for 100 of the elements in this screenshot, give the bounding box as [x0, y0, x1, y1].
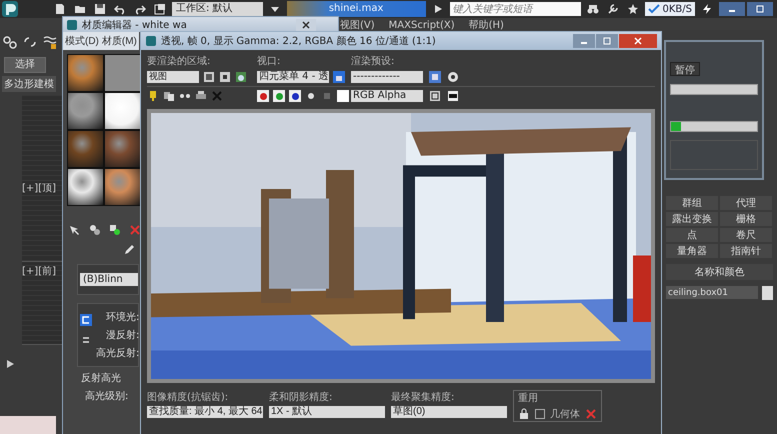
- ribbon-label[interactable]: 多边形建模: [2, 76, 56, 92]
- wrench-icon[interactable]: [606, 3, 618, 15]
- color-channel-button[interactable]: [257, 90, 269, 102]
- search-field[interactable]: 键入关键字或短语: [450, 2, 580, 16]
- object-type-button[interactable]: 点: [666, 228, 718, 242]
- parameter-label: 环境光:: [106, 310, 140, 324]
- checkbox-label: 几何体: [550, 408, 580, 421]
- binoculars-icon[interactable]: [586, 3, 598, 15]
- star-icon[interactable]: [626, 3, 638, 15]
- parameter-label: 高光反射:: [96, 346, 140, 360]
- parameter-label: 漫反射:: [106, 328, 140, 342]
- close-button[interactable]: [296, 18, 316, 30]
- network-speed: 0KB/S: [662, 4, 692, 14]
- field-label: 最终聚集精度:: [391, 390, 456, 404]
- status-strip: [0, 416, 56, 434]
- object-type-button[interactable]: 指南针: [720, 244, 772, 258]
- auto-region-icon[interactable]: [219, 71, 231, 83]
- check-icon: [648, 3, 660, 15]
- color-channel-button[interactable]: [273, 90, 285, 102]
- checkbox[interactable]: [535, 409, 545, 419]
- parameter-label: 高光级别:: [85, 390, 128, 403]
- material-slot[interactable]: [68, 93, 103, 129]
- window-title: 透视, 帧 0, 显示 Gamma: 2.2, RGBA 颜色 16 位/通道 (1:1): [161, 34, 436, 48]
- play-icon[interactable]: [4, 358, 16, 370]
- region-edit-icon[interactable]: [203, 71, 215, 83]
- material-slot[interactable]: [68, 131, 103, 167]
- maximize-button[interactable]: [596, 34, 618, 48]
- menu-item[interactable]: 视图(V): [340, 18, 375, 32]
- app-logo-icon: [66, 18, 78, 30]
- color-channel-button[interactable]: [289, 90, 301, 102]
- field-label: 视口:: [257, 54, 280, 68]
- color-swatch[interactable]: [762, 286, 773, 300]
- maximize-icon: [602, 36, 612, 46]
- monochrome-icon[interactable]: [305, 90, 317, 102]
- clear-icon[interactable]: [585, 408, 597, 420]
- menu-item[interactable]: 材质(M): [102, 34, 137, 48]
- area-dropdown[interactable]: 视图: [147, 71, 199, 83]
- quality-dropdown[interactable]: 1X - 默认: [269, 406, 385, 418]
- print-icon[interactable]: [195, 90, 207, 102]
- get-material-icon[interactable]: [69, 224, 81, 236]
- group-label: 重用: [518, 392, 539, 405]
- save-icon[interactable]: [94, 3, 106, 15]
- minimize-button[interactable]: [573, 34, 595, 48]
- pin-icon[interactable]: [147, 90, 159, 102]
- object-type-button[interactable]: 代理: [720, 196, 772, 210]
- field-label: 渲染预设:: [351, 54, 394, 68]
- material-slot[interactable]: [105, 169, 140, 205]
- object-type-button[interactable]: 群组: [666, 196, 718, 210]
- redo-icon[interactable]: [134, 3, 146, 15]
- delete-icon[interactable]: [129, 224, 141, 236]
- color-swatch[interactable]: [337, 90, 349, 102]
- new-file-icon[interactable]: [54, 3, 66, 15]
- pen-icon[interactable]: [123, 244, 135, 256]
- close-icon: [633, 36, 643, 46]
- channel-dropdown[interactable]: RGB Alpha: [351, 90, 423, 102]
- shader-dropdown[interactable]: (B)Blinn: [80, 273, 138, 286]
- close-icon: [301, 20, 311, 30]
- copy-icon[interactable]: [163, 90, 175, 102]
- assign-material-icon[interactable]: [109, 224, 121, 236]
- viewport-label[interactable]: [+][顶]: [22, 183, 56, 194]
- field-label: 要渲染的区域:: [147, 54, 210, 68]
- section-label: 反射高光: [81, 372, 121, 385]
- object-type-button[interactable]: 卷尺: [720, 228, 772, 242]
- workspace-dropdown[interactable]: 工作区: 默认: [172, 2, 263, 16]
- field-label: 柔和阴影精度:: [269, 390, 334, 404]
- material-slot[interactable]: [68, 169, 103, 205]
- menu-item[interactable]: MAXScript(X): [388, 20, 455, 30]
- quality-dropdown[interactable]: 草图(0): [391, 406, 507, 418]
- material-slot[interactable]: [68, 55, 103, 91]
- maximize-button[interactable]: [747, 2, 773, 16]
- pause-button[interactable]: 暂停: [670, 62, 700, 76]
- link-icon[interactable]: [2, 34, 18, 50]
- app-logo-icon[interactable]: [0, 0, 20, 19]
- menu-item[interactable]: 帮助(H): [468, 18, 504, 32]
- settings-icon[interactable]: [447, 71, 459, 83]
- undo-icon[interactable]: [114, 3, 126, 15]
- app-logo-icon: [145, 35, 157, 47]
- field-label: 图像精度(抗锯齿):: [147, 390, 230, 404]
- render-setup-icon[interactable]: [429, 71, 441, 83]
- preset-dropdown[interactable]: -------------: [351, 71, 423, 83]
- object-type-button[interactable]: 栅格: [720, 212, 772, 226]
- lightning-icon: [701, 3, 713, 15]
- ribbon-tab[interactable]: 选择: [4, 57, 46, 73]
- display-icon[interactable]: [447, 90, 459, 102]
- rollout-header[interactable]: 名称和颜色: [666, 264, 773, 280]
- file-tab[interactable]: shinei.max: [286, 1, 426, 17]
- name-field[interactable]: ceiling.box01: [666, 286, 758, 299]
- put-material-icon[interactable]: [89, 224, 101, 236]
- close-button[interactable]: [619, 34, 657, 48]
- object-type-button[interactable]: 露出变换: [666, 212, 718, 226]
- maximize-icon: [755, 4, 765, 14]
- material-slot[interactable]: [105, 131, 140, 167]
- bind-icon[interactable]: [42, 34, 58, 50]
- minimize-button[interactable]: [719, 2, 745, 16]
- viewport-dropdown[interactable]: 四元菜单 4 - 透: [257, 71, 329, 83]
- menu-item[interactable]: 模式(D): [65, 34, 99, 48]
- toggle-ui-icon[interactable]: [429, 90, 441, 102]
- quality-dropdown[interactable]: 查找质量: 最小 4, 最大 64: [147, 406, 263, 418]
- viewport-label[interactable]: [+][前]: [22, 266, 56, 277]
- object-type-button[interactable]: 量角器: [666, 244, 718, 258]
